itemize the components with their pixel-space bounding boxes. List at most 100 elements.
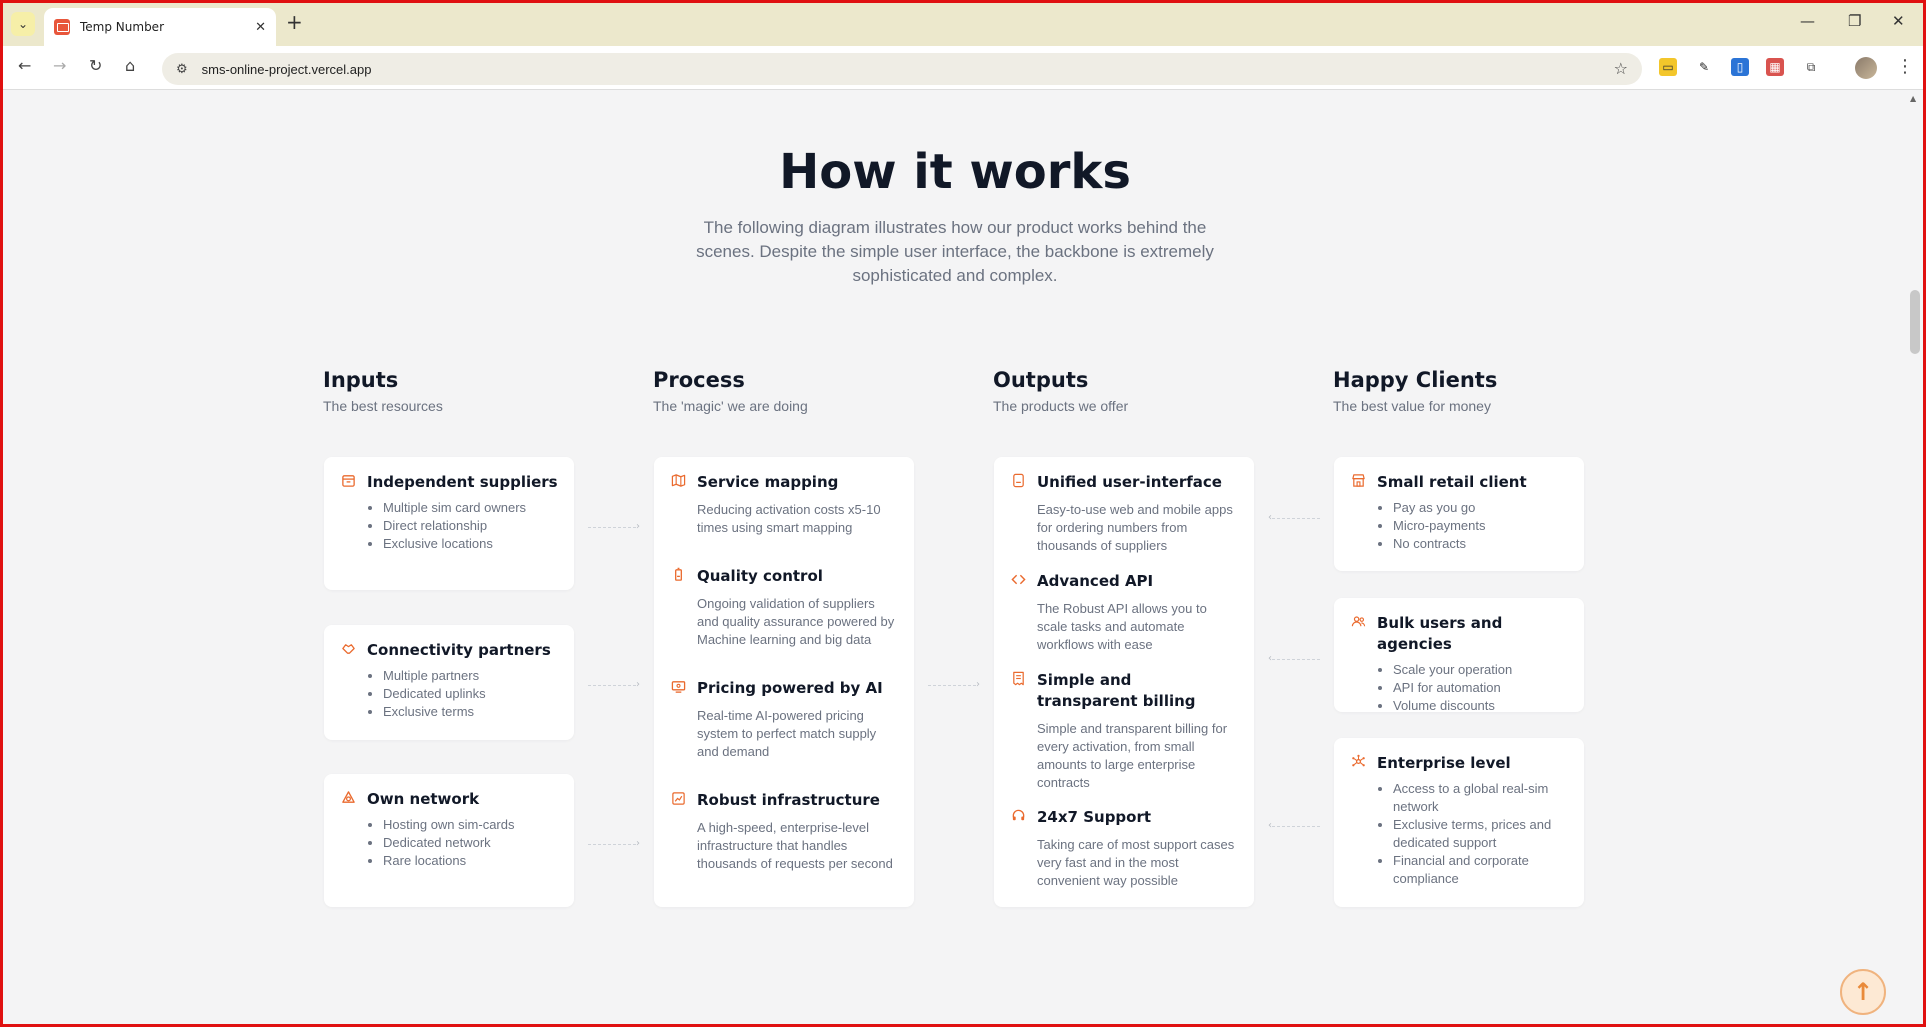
forward-button[interactable]: → (53, 56, 66, 75)
reload-button[interactable]: ↻ (89, 56, 102, 75)
bullet-item: Exclusive locations (383, 535, 533, 553)
handshake-icon (340, 641, 357, 658)
users-icon (1350, 614, 1367, 631)
process-card: Service mapping Reducing activation cost… (654, 457, 914, 907)
close-window-button[interactable]: ✕ (1892, 12, 1905, 30)
output-description: Simple and transparent billing for every… (1037, 721, 1228, 790)
receipt-icon (1010, 671, 1027, 688)
bullet-item: Pay as you go (1393, 499, 1570, 517)
connector-arrow: › (928, 680, 980, 690)
bullet-item: Micro-payments (1393, 517, 1570, 535)
scrollbar-thumb[interactable] (1910, 290, 1920, 354)
minimize-button[interactable]: — (1800, 12, 1815, 30)
bullet-item: Volume discounts (1393, 697, 1570, 715)
bullet-item: API for automation (1393, 679, 1570, 697)
column-subtitle: The 'magic' we are doing (653, 398, 808, 414)
column-subtitle: The best resources (323, 398, 443, 414)
store-icon (1350, 473, 1367, 490)
bullet-item: Exclusive terms, prices and dedicated su… (1393, 816, 1573, 852)
back-button[interactable]: ← (18, 56, 31, 75)
output-description: The Robust API allows you to scale tasks… (1037, 601, 1207, 652)
column-title: Happy Clients (1333, 368, 1498, 392)
connector-arrow: ‹ (1268, 513, 1320, 523)
arrow-up-icon: ↑ (1852, 978, 1874, 1006)
address-bar[interactable]: ⚙ sms-online-project.vercel.app ☆ (162, 53, 1642, 85)
bullet-item: Exclusive terms (383, 703, 560, 721)
card-title: Own network (367, 790, 480, 808)
tab-search-button[interactable]: ⌄ (11, 12, 35, 36)
bookmark-star-icon[interactable]: ☆ (1614, 59, 1628, 78)
client-card-enterprise: Enterprise level Access to a global real… (1334, 738, 1584, 907)
output-title: Simple and transparent billing (1037, 671, 1196, 710)
scroll-up-arrow-icon[interactable]: ▲ (1910, 94, 1916, 103)
process-title: Quality control (697, 567, 823, 585)
output-title: Advanced API (1037, 572, 1154, 590)
new-tab-button[interactable]: + (286, 10, 303, 34)
connector-arrow: › (588, 839, 640, 849)
scroll-to-top-button[interactable]: ↑ (1840, 969, 1886, 1015)
output-description: Easy-to-use web and mobile apps for orde… (1037, 502, 1233, 553)
column-subtitle: The best value for money (1333, 398, 1491, 414)
browser-menu-icon[interactable]: ⋮ (1896, 56, 1914, 77)
extension-eyedropper-icon[interactable]: ✎ (1695, 58, 1713, 76)
box-icon (340, 473, 357, 490)
bullet-item: Direct relationship (383, 517, 533, 535)
bullet-item: Hosting own sim-cards (383, 816, 533, 834)
connector-arrow: ‹ (1268, 654, 1320, 664)
process-title: Service mapping (697, 473, 839, 491)
tab-close-button[interactable]: ✕ (255, 20, 266, 35)
card-title: Independent suppliers (367, 473, 558, 491)
home-button[interactable]: ⌂ (125, 56, 135, 75)
section-description: The following diagram illustrates how ou… (696, 218, 1214, 285)
browser-toolbar: ← → ↻ ⌂ ⚙ sms-online-project.vercel.app … (0, 46, 1926, 90)
process-column-header: Process The 'magic' we are doing (653, 368, 808, 414)
bullet-item: Scale your operation (1393, 661, 1570, 679)
app-icon (1010, 473, 1027, 490)
browser-tab[interactable]: Temp Number ✕ (44, 8, 276, 46)
client-card-small-retail: Small retail client Pay as you go Micro-… (1334, 457, 1584, 571)
section-title: How it works (779, 144, 1131, 200)
hub-icon (1350, 754, 1367, 771)
browser-tab-bar: ⌄ Temp Number ✕ + — ❐ ✕ (0, 0, 1926, 46)
url-text: sms-online-project.vercel.app (201, 61, 372, 77)
headset-icon (1010, 808, 1027, 825)
process-title: Pricing powered by AI (697, 679, 883, 697)
process-description: Ongoing validation of suppliers and qual… (697, 596, 895, 647)
favicon-icon (54, 19, 70, 35)
bullet-item: Multiple partners (383, 667, 560, 685)
code-icon (1010, 572, 1027, 589)
bullet-item: Financial and corporate compliance (1393, 852, 1573, 888)
column-title: Outputs (993, 368, 1089, 392)
connector-arrow: › (588, 522, 640, 532)
card-title: Connectivity partners (367, 641, 551, 659)
card-title: Small retail client (1377, 473, 1527, 491)
input-card-independent-suppliers: Independent suppliers Multiple sim card … (324, 457, 574, 590)
process-description: A high-speed, enterprise-level infrastru… (697, 820, 893, 871)
monitor-icon (670, 679, 687, 696)
process-title: Robust infrastructure (697, 791, 880, 809)
bullet-item: Dedicated network (383, 834, 533, 852)
site-info-icon[interactable]: ⚙ (176, 62, 188, 77)
output-title: Unified user-interface (1037, 473, 1222, 491)
extension-wallet-icon[interactable]: ▭ (1659, 58, 1677, 76)
clients-column-header: Happy Clients The best value for money (1333, 368, 1497, 414)
restore-button[interactable]: ❐ (1848, 12, 1861, 30)
extension-doc-icon[interactable]: ▯ (1731, 58, 1749, 76)
inputs-column-header: Inputs The best resources (323, 368, 443, 414)
connector-arrow: ‹ (1268, 821, 1320, 831)
bullet-item: Access to a global real-sim network (1393, 780, 1573, 816)
bullet-item: No contracts (1393, 535, 1570, 553)
input-card-connectivity-partners: Connectivity partners Multiple partners … (324, 625, 574, 740)
profile-avatar[interactable] (1855, 57, 1877, 79)
process-description: Reducing activation costs x5-10 times us… (697, 502, 881, 535)
extension-calendar-icon[interactable]: ▦ (1766, 58, 1784, 76)
card-title: Bulk users and agencies (1377, 614, 1503, 653)
column-title: Inputs (323, 368, 399, 392)
scrollbar-track[interactable] (1908, 91, 1923, 1024)
map-icon (670, 473, 687, 490)
process-description: Real-time AI-powered pricing system to p… (697, 708, 877, 759)
connector-arrow: › (588, 680, 640, 690)
battery-icon (670, 567, 687, 584)
extensions-puzzle-icon[interactable]: ⧉ (1802, 58, 1820, 76)
bullet-item: Multiple sim card owners (383, 499, 533, 517)
